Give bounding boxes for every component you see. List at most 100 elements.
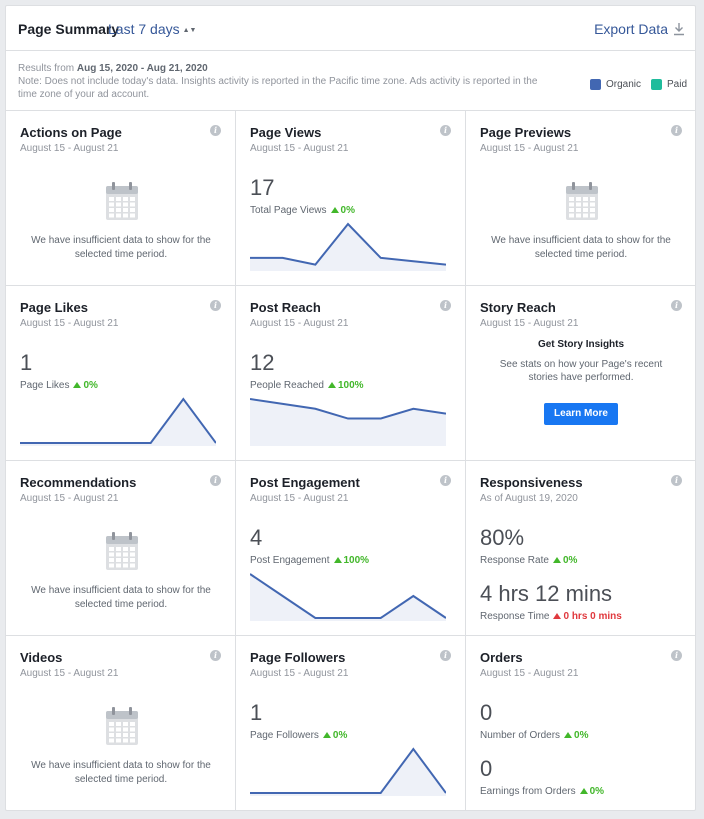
- page-title: Page Summary: [18, 21, 120, 37]
- orders-change: 0%: [574, 730, 589, 741]
- export-data-link[interactable]: Export Data: [594, 21, 685, 37]
- sparkline-area: [250, 224, 446, 271]
- card-date-range: August 15 - August 21: [250, 668, 349, 679]
- card-title: Responsiveness: [480, 475, 583, 490]
- sparkline-chart: [250, 573, 446, 621]
- card-recommendations[interactable]: Recommendations August 15 - August 21 i …: [6, 461, 236, 636]
- info-icon[interactable]: i: [671, 475, 682, 486]
- earnings-change: 0%: [589, 786, 605, 797]
- response-time-change: 0 hrs 0 mins: [563, 611, 622, 622]
- card-date-range: August 15 - August 21: [20, 493, 119, 504]
- metric-value: 12: [250, 350, 275, 375]
- empty-message: We have insufficient data to show for th…: [31, 760, 211, 785]
- empty-message: We have insufficient data to show for th…: [31, 585, 211, 610]
- metric-label: Total Page Views: [250, 205, 327, 216]
- legend-paid-label: Paid: [666, 79, 687, 90]
- card-date-range: August 15 - August 21: [20, 143, 119, 154]
- card-title: Page Likes: [20, 300, 88, 315]
- response-time-label: Response Time: [480, 611, 550, 622]
- metric-label: Page Followers: [250, 730, 319, 741]
- sparkline-chart: [250, 398, 446, 446]
- info-icon[interactable]: i: [210, 650, 221, 661]
- card-date-range: August 15 - August 21: [480, 143, 579, 154]
- legend-organic-label: Organic: [605, 79, 641, 90]
- metric-change: 0%: [83, 380, 98, 391]
- sort-caret-icon: ▲▼: [182, 27, 197, 34]
- metric-change: 100%: [343, 555, 370, 566]
- info-icon[interactable]: i: [210, 300, 221, 311]
- card-title: Post Engagement: [250, 475, 360, 490]
- card-title: Recommendations: [20, 475, 137, 490]
- download-icon: [674, 23, 684, 36]
- results-range: Aug 15, 2020 - Aug 21, 2020: [76, 63, 208, 74]
- info-icon[interactable]: i: [210, 125, 221, 136]
- card-post-engagement[interactable]: Post Engagement August 15 - August 21 i …: [236, 461, 466, 636]
- card-videos[interactable]: Videos August 15 - August 21 i We have i…: [6, 636, 236, 810]
- up-arrow-icon: [579, 788, 588, 794]
- info-icon[interactable]: i: [440, 650, 451, 661]
- card-post-reach[interactable]: Post Reach August 15 - August 21 i 12 Pe…: [236, 286, 466, 461]
- empty-message: We have insufficient data to show for th…: [491, 235, 671, 260]
- info-icon[interactable]: i: [671, 125, 682, 136]
- metric-label: Post Engagement: [250, 555, 330, 566]
- metric-label-row: Post Engagement 100%: [250, 555, 369, 566]
- metrics-grid: Actions on Page August 15 - August 21 i …: [6, 110, 695, 810]
- up-arrow-icon: [322, 732, 331, 738]
- card-date-range: August 15 - August 21: [20, 668, 119, 679]
- note-text: Note: Does not include today's data. Ins…: [18, 76, 538, 100]
- card-page-followers[interactable]: Page Followers August 15 - August 21 i 1…: [236, 636, 466, 810]
- info-icon[interactable]: i: [440, 475, 451, 486]
- up-arrow-icon: [333, 557, 342, 563]
- info-icon[interactable]: i: [440, 300, 451, 311]
- learn-more-button[interactable]: Learn More: [544, 403, 618, 425]
- response-rate-change: 0%: [562, 555, 578, 566]
- up-arrow-icon: [552, 557, 561, 563]
- card-responsiveness[interactable]: Responsiveness As of August 19, 2020 i 8…: [466, 461, 695, 636]
- response-time-value: 4 hrs 12 mins: [480, 581, 613, 606]
- page-summary-panel: Page Summary Last 7 days ▲▼ Export Data R…: [5, 5, 696, 811]
- sparkline-chart: [250, 222, 446, 271]
- results-prefix: Results from: [18, 63, 75, 74]
- story-insights-title: Get Story Insights: [537, 339, 625, 350]
- response-rate-row: Response Rate 0%: [480, 555, 577, 566]
- up-arrow-icon: [330, 207, 339, 213]
- card-actions-on-page[interactable]: Actions on Page August 15 - August 21 i …: [6, 111, 236, 286]
- card-orders[interactable]: Orders August 15 - August 21 i 0 Number …: [466, 636, 695, 810]
- results-note: Results from Aug 15, 2020 - Aug 21, 2020…: [18, 62, 558, 101]
- card-title: Videos: [20, 650, 63, 665]
- legend-paid: Paid: [650, 79, 687, 90]
- metric-value: 4: [250, 525, 263, 550]
- metric-label: People Reached: [250, 380, 324, 391]
- info-icon[interactable]: i: [671, 300, 682, 311]
- orders-label: Number of Orders: [480, 730, 561, 741]
- card-page-likes[interactable]: Page Likes August 15 - August 21 i 1 Pag…: [6, 286, 236, 461]
- metric-value: 1: [20, 350, 33, 375]
- card-title: Actions on Page: [20, 125, 122, 140]
- card-date-range: As of August 19, 2020: [480, 493, 578, 504]
- card-title: Orders: [480, 650, 523, 665]
- card-page-previews[interactable]: Page Previews August 15 - August 21 i We…: [466, 111, 695, 286]
- info-icon[interactable]: i: [671, 650, 682, 661]
- card-title: Story Reach: [480, 300, 556, 315]
- sparkline-area: [250, 399, 446, 446]
- orders-value: 0: [480, 700, 493, 725]
- up-arrow-icon: [73, 382, 82, 388]
- info-icon[interactable]: i: [440, 125, 451, 136]
- response-time-row: Response Time 0 hrs 0 mins: [480, 611, 622, 622]
- sparkline-chart: [250, 747, 446, 796]
- card-date-range: August 15 - August 21: [20, 318, 119, 329]
- calendar-icon: [105, 181, 139, 226]
- legend: Organic Paid: [580, 79, 687, 90]
- date-range-dropdown[interactable]: Last 7 days ▲▼: [108, 21, 196, 37]
- export-data-label: Export Data: [594, 21, 668, 37]
- summary-header: Page Summary Last 7 days ▲▼ Export Data: [6, 6, 695, 51]
- info-icon[interactable]: i: [210, 475, 221, 486]
- metric-label-row: Total Page Views 0%: [250, 205, 355, 216]
- card-date-range: August 15 - August 21: [480, 668, 579, 679]
- metric-label-row: Page Likes 0%: [20, 380, 98, 391]
- card-story-reach[interactable]: Story Reach August 15 - August 21 i Get …: [466, 286, 695, 461]
- date-range-label: Last 7 days: [108, 21, 180, 37]
- card-page-views[interactable]: Page Views August 15 - August 21 i 17 To…: [236, 111, 466, 286]
- calendar-icon: [105, 706, 139, 751]
- organic-swatch: [589, 79, 601, 90]
